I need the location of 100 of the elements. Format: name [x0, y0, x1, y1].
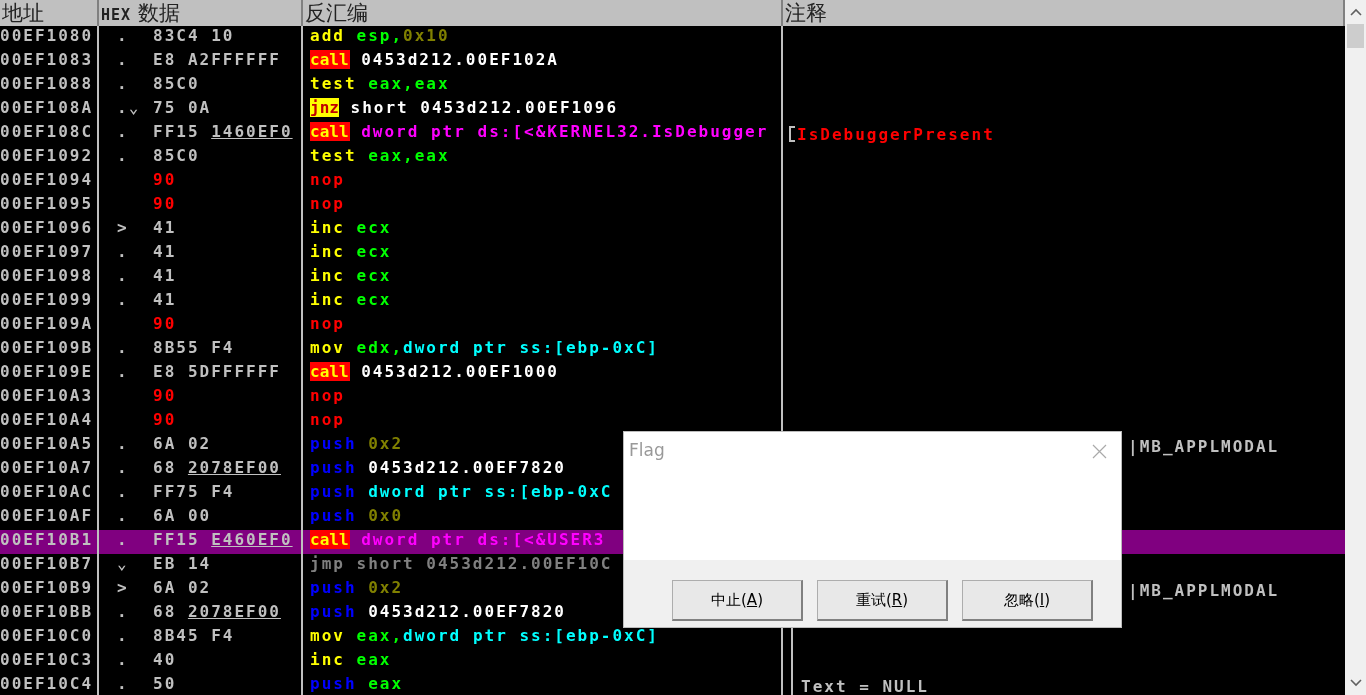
disassembly-text: push eax: [309, 674, 404, 693]
address-cell: 00EF10C3: [0, 650, 99, 674]
jump-marker: .: [117, 242, 129, 263]
address-cell: 00EF1099: [0, 290, 99, 314]
hex-cell-text: 90: [153, 410, 177, 431]
jump-marker: >: [117, 218, 129, 239]
disassembly-text: inc ecx: [309, 290, 392, 309]
jump-marker: .: [117, 290, 129, 311]
disassembly-text: push 0453d212.00EF7820: [309, 458, 566, 477]
dialog-title: Flag: [629, 440, 665, 460]
close-icon[interactable]: [1092, 444, 1107, 459]
address-cell: 00EF109E: [0, 362, 99, 386]
hex-cell-text: 8B55 F4: [153, 338, 235, 359]
jump-marker: .: [117, 434, 129, 455]
disassembly-text: nop: [309, 410, 345, 429]
hex-cell-text: 90: [153, 386, 177, 407]
address-cell: 00EF10A4: [0, 410, 99, 434]
hex-cell-text: E8 A2FFFFFF: [153, 50, 281, 71]
hex-cell-text: 75 0A: [153, 98, 212, 119]
address-cell: 00EF1080: [0, 26, 99, 50]
jump-marker: .: [117, 602, 129, 623]
address-cell: 00EF10C4: [0, 674, 99, 695]
address-cell: 00EF10C0: [0, 626, 99, 650]
hex-cell-text: 90: [153, 314, 177, 335]
disassembly-text: call dword ptr ds:[<&KERNEL32.IsDebugger: [309, 122, 769, 141]
hex-cell-text: 6A 02: [153, 578, 212, 599]
hex-cell-text: E8 5DFFFFFF: [153, 362, 281, 383]
disassembly-text: push 0453d212.00EF7820: [309, 602, 566, 621]
disassembly-text: inc ecx: [309, 218, 392, 237]
disassembly-text: nop: [309, 314, 345, 333]
scrollbar-thumb[interactable]: [1347, 24, 1364, 48]
disassembly-text: push dword ptr ss:[ebp-0xC: [309, 482, 613, 501]
disassembly-text: jnz short 0453d212.00EF1096: [309, 98, 619, 117]
jump-marker: .⌄: [117, 98, 141, 119]
jump-marker: .: [117, 50, 129, 71]
comment-text: Text = NULL: [801, 676, 929, 695]
hex-cell-text: 8B45 F4: [153, 626, 235, 647]
hex-cell-text: 40: [153, 650, 177, 671]
address-cell: 00EF109B: [0, 338, 99, 362]
hex-cell-text: 6A 02: [153, 434, 212, 455]
disassembly-text: inc eax: [309, 650, 392, 669]
scroll-up-icon[interactable]: [1349, 8, 1362, 16]
address-cell: 00EF1088: [0, 74, 99, 98]
hex-cell-text: 41: [153, 242, 177, 263]
column-header[interactable]: 注释: [783, 0, 1345, 26]
address-cell: 00EF1094: [0, 170, 99, 194]
address-cell: 00EF10BB: [0, 602, 99, 626]
disassembly-text: call 0453d212.00EF102A: [309, 50, 559, 69]
jump-marker: .: [117, 362, 129, 383]
disassembly-text: nop: [309, 170, 345, 189]
hex-cell-text: 41: [153, 218, 177, 239]
address-cell: 00EF10A5: [0, 434, 99, 458]
column-header[interactable]: HEX 数据: [99, 0, 303, 26]
jump-marker: .: [117, 146, 129, 167]
scrollbar[interactable]: [1345, 0, 1366, 695]
disassembly-text: call dword ptr ds:[<&USER3: [309, 530, 606, 549]
jump-marker: ⌄: [117, 554, 129, 575]
hex-cell-text: 6A 00: [153, 506, 212, 527]
jump-marker: .: [117, 266, 129, 287]
disassembly-text: nop: [309, 386, 345, 405]
address-cell: 00EF10AC: [0, 482, 99, 506]
comment-text: |MB_APPLMODAL: [1128, 580, 1280, 600]
comment-text: |MB_APPLMODAL: [1128, 436, 1280, 456]
jump-marker: .: [117, 506, 129, 527]
hex-cell-text: 41: [153, 290, 177, 311]
bracket-icon: [789, 126, 795, 142]
disassembly-text: push 0x2: [309, 434, 404, 453]
hex-cell-text: 41: [153, 266, 177, 287]
dialog-button[interactable]: 重试(R): [817, 580, 948, 621]
disassembly-text: inc ecx: [309, 242, 392, 261]
dialog-button[interactable]: 忽略(I): [962, 580, 1093, 621]
hex-cell-text: FF15 E460EF0: [153, 530, 293, 551]
hex-cell-text: EB 14: [153, 554, 212, 575]
disassembly-text: push 0x2: [309, 578, 404, 597]
column-header[interactable]: 反汇编: [303, 0, 783, 26]
disassembly-text: test eax,eax: [309, 146, 450, 165]
address-cell: 00EF10A7: [0, 458, 99, 482]
hex-cell: 50: [153, 674, 177, 695]
hex-cell-text: 85C0: [153, 74, 200, 95]
disassembly-text: push 0x0: [309, 506, 404, 525]
disassembly-text: call 0453d212.00EF1000: [309, 362, 559, 381]
jump-marker: .: [117, 674, 129, 695]
hex-cell-text: 68 2078EF00: [153, 458, 281, 479]
disassembly-text: jmp short 0453d212.00EF10C: [309, 554, 613, 573]
address-cell: 00EF10B7: [0, 554, 99, 578]
disassembly-text: add esp,0x10: [309, 26, 450, 45]
disassembly-text: mov eax,dword ptr ss:[ebp-0xC]: [309, 626, 659, 645]
hex-cell-text: 68 2078EF00: [153, 602, 281, 623]
address-cell: 00EF1083: [0, 50, 99, 74]
hex-cell-text: 90: [153, 170, 177, 191]
disassembly-text: nop: [309, 194, 345, 213]
scroll-down-icon[interactable]: [1349, 679, 1362, 687]
disassembly-text: mov edx,dword ptr ss:[ebp-0xC]: [309, 338, 659, 357]
column-header[interactable]: 地址: [0, 0, 99, 26]
address-cell: 00EF1096: [0, 218, 99, 242]
dialog-button[interactable]: 中止(A): [672, 580, 803, 621]
hex-cell-text: FF15 1460EF0: [153, 122, 293, 143]
address-cell: 00EF108C: [0, 122, 99, 146]
jump-marker: .: [117, 650, 129, 671]
disassembly-text: inc ecx: [309, 266, 392, 285]
